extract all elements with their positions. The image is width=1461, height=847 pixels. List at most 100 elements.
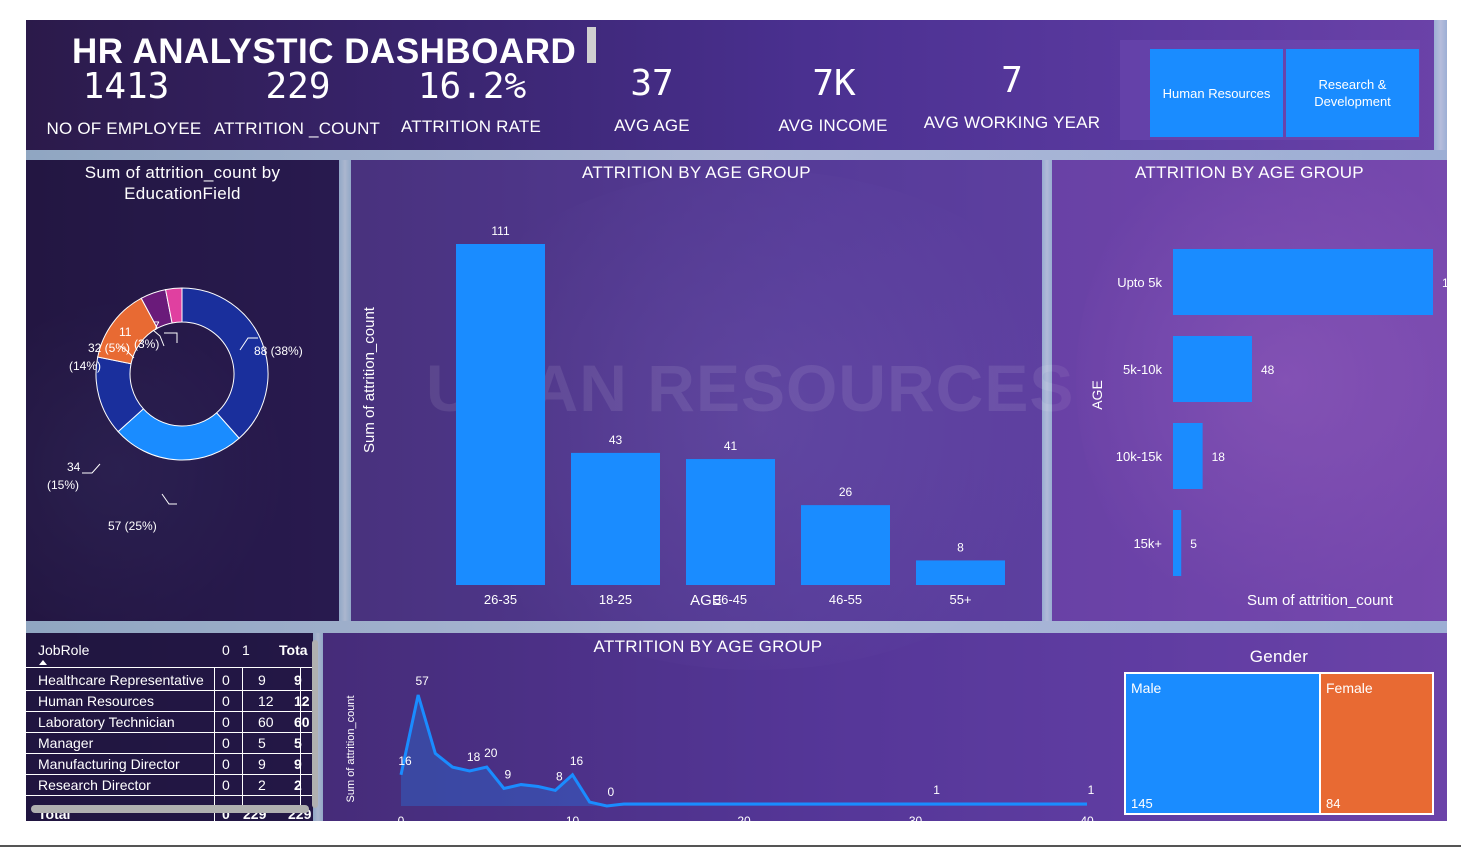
age-bar-category-label: 18-25 xyxy=(599,592,632,607)
income-bar-value-label: 158 xyxy=(1442,276,1447,290)
trend-point-label: 18 xyxy=(467,750,481,764)
income-bar-category-label: 5k-10k xyxy=(1123,362,1163,377)
donut-label-34-a: 34 xyxy=(67,460,81,474)
kpi-avg-working-year-label: AVG WORKING YEAR xyxy=(923,113,1101,132)
table-cell-value: 0 xyxy=(222,756,230,772)
treemap-female-label: Female xyxy=(1326,680,1373,696)
table-header-divider xyxy=(26,667,313,668)
trend-area-chart: Sum of attrition_count 165718 209 8160 1 10 1… xyxy=(345,674,1095,821)
kpi-employees-value: 1413 xyxy=(82,66,170,107)
table-header-total[interactable]: Tota xyxy=(279,642,308,658)
treemap-female-tile[interactable]: Female 84 xyxy=(1321,674,1432,813)
trend-x-tick: 0 xyxy=(398,814,405,821)
table-cell-value: 60 xyxy=(294,714,310,730)
kpi-avg-age-value: 37 xyxy=(630,63,674,104)
table-cell-value: 9 xyxy=(258,756,266,772)
age-bar-category-label: 26-35 xyxy=(484,592,517,607)
trend-area-line[interactable] xyxy=(399,694,1087,808)
income-bar-category-label: 10k-15k xyxy=(1116,449,1163,464)
donut-label-11-a: 11 xyxy=(119,325,132,339)
kpi-attrition-count-value: 229 xyxy=(265,66,331,107)
income-bar-Upto 5k[interactable] xyxy=(1173,249,1433,315)
gender-title: Gender xyxy=(1249,647,1309,666)
header-right-separator xyxy=(1434,20,1447,150)
age-bar-value-label: 8 xyxy=(957,540,964,554)
middle-separator xyxy=(26,621,1447,633)
trend-point-label: 16 xyxy=(570,754,584,768)
table-horizontal-scrollbar[interactable] xyxy=(31,805,309,813)
table-col-divider-2 xyxy=(242,668,243,808)
table-row-divider xyxy=(26,753,313,754)
age-bar-category-label: 55+ xyxy=(949,592,971,607)
income-bar-category-label: Upto 5k xyxy=(1117,275,1162,290)
age-bar-46-55[interactable] xyxy=(801,505,890,585)
trend-x-tick: 20 xyxy=(737,814,751,821)
donut-label-88: 88 (38%) xyxy=(254,344,303,358)
income-bar-5k-10k[interactable] xyxy=(1173,336,1252,402)
table-cell-value: 0 xyxy=(222,693,230,709)
sort-arrow-icon[interactable] xyxy=(39,660,47,665)
table-cell-value: 12 xyxy=(294,693,310,709)
table-cell-jobrole: Manufacturing Director xyxy=(38,756,180,772)
income-bar-chart: AGE Sum of attrition_count Upto 5k 158 5k-… xyxy=(1089,249,1447,609)
table-header-jobrole[interactable]: JobRole xyxy=(38,642,89,658)
table-cell-value: 12 xyxy=(258,693,274,709)
trend-point-label: 9 xyxy=(505,767,512,781)
table-cell-value: 0 xyxy=(222,714,230,730)
age-bar-36-45[interactable] xyxy=(686,459,775,585)
slicer-research-development-button[interactable]: Research & Development xyxy=(1286,49,1419,137)
income-bar-10k-15k[interactable] xyxy=(1173,423,1203,489)
income-bar-category-label: 15k+ xyxy=(1133,536,1162,551)
trend-area-ylabel: Sum of attrition_count xyxy=(345,695,357,802)
age-bar-ylabel: Sum of attrition_count xyxy=(361,306,378,453)
trend-point-label: 8 xyxy=(556,769,563,783)
trend-point-label: 1 xyxy=(1088,783,1095,797)
age-bar-26-35[interactable] xyxy=(456,244,545,585)
table-header-1[interactable]: 1 xyxy=(242,642,250,658)
donut-slices xyxy=(95,287,269,461)
table-row-divider xyxy=(26,690,313,691)
table-header-row: JobRole 0 1 Tota xyxy=(26,642,313,663)
trend-x-tick: 10 xyxy=(566,814,580,821)
trend-point-label: 57 xyxy=(415,674,429,688)
table-header-0[interactable]: 0 xyxy=(222,642,230,658)
table-cell-jobrole: Laboratory Technician xyxy=(38,714,175,730)
table-cell-value: 0 xyxy=(222,672,230,688)
trend-point-label: 1 xyxy=(933,783,940,797)
table-cell-value: 2 xyxy=(258,777,266,793)
donut-label-7: 7 xyxy=(153,319,160,333)
trend-point-label: 0 xyxy=(607,785,614,799)
income-bar-value-label: 5 xyxy=(1190,537,1197,551)
table-cell-value: 60 xyxy=(258,714,274,730)
income-bar-value-label: 48 xyxy=(1261,363,1275,377)
donut-slice-88[interactable] xyxy=(181,287,269,439)
kpi-avg-income-value: 7K xyxy=(812,63,856,104)
treemap-male-label: Male xyxy=(1131,680,1162,696)
header-separator xyxy=(26,150,1447,160)
table-row-divider xyxy=(26,711,313,712)
age-bar-55+[interactable] xyxy=(916,560,1005,585)
trend-x-tick: 40 xyxy=(1080,814,1094,821)
treemap-female-value: 84 xyxy=(1326,796,1341,811)
table-cell-jobrole: Human Resources xyxy=(38,693,154,709)
donut-label-11-b: (3%) xyxy=(134,337,159,351)
table-cell-jobrole: Healthcare Representative xyxy=(38,672,204,688)
slicer-human-resources-button[interactable]: Human Resources xyxy=(1150,49,1283,137)
trend-point-label: 16 xyxy=(398,754,412,768)
trend-x-tick: 30 xyxy=(909,814,923,821)
income-bar-xlabel: Sum of attrition_count xyxy=(1247,592,1394,609)
gender-treemap: Male 145 Female 84 xyxy=(1124,672,1434,815)
jobrole-table: JobRole 0 1 Tota Healthcare Representati… xyxy=(26,633,313,821)
table-row-divider xyxy=(26,732,313,733)
age-bar-category-label: 36-45 xyxy=(714,592,747,607)
treemap-male-tile[interactable]: Male 145 xyxy=(1126,674,1321,813)
table-cell-jobrole: Research Director xyxy=(38,777,151,793)
table-col-divider-1 xyxy=(214,668,215,821)
age-bar-18-25[interactable] xyxy=(571,452,660,585)
vertical-separator-1 xyxy=(339,160,351,621)
income-bar-value-label: 18 xyxy=(1212,450,1226,464)
donut-chart: 88 (38%) 57 (25%) 34 (15%) 32 (5%) (14%)… xyxy=(47,287,303,533)
table-vertical-scrollbar[interactable] xyxy=(312,640,318,808)
income-bar-15k+[interactable] xyxy=(1173,510,1182,576)
text-cursor-marker xyxy=(587,27,596,63)
